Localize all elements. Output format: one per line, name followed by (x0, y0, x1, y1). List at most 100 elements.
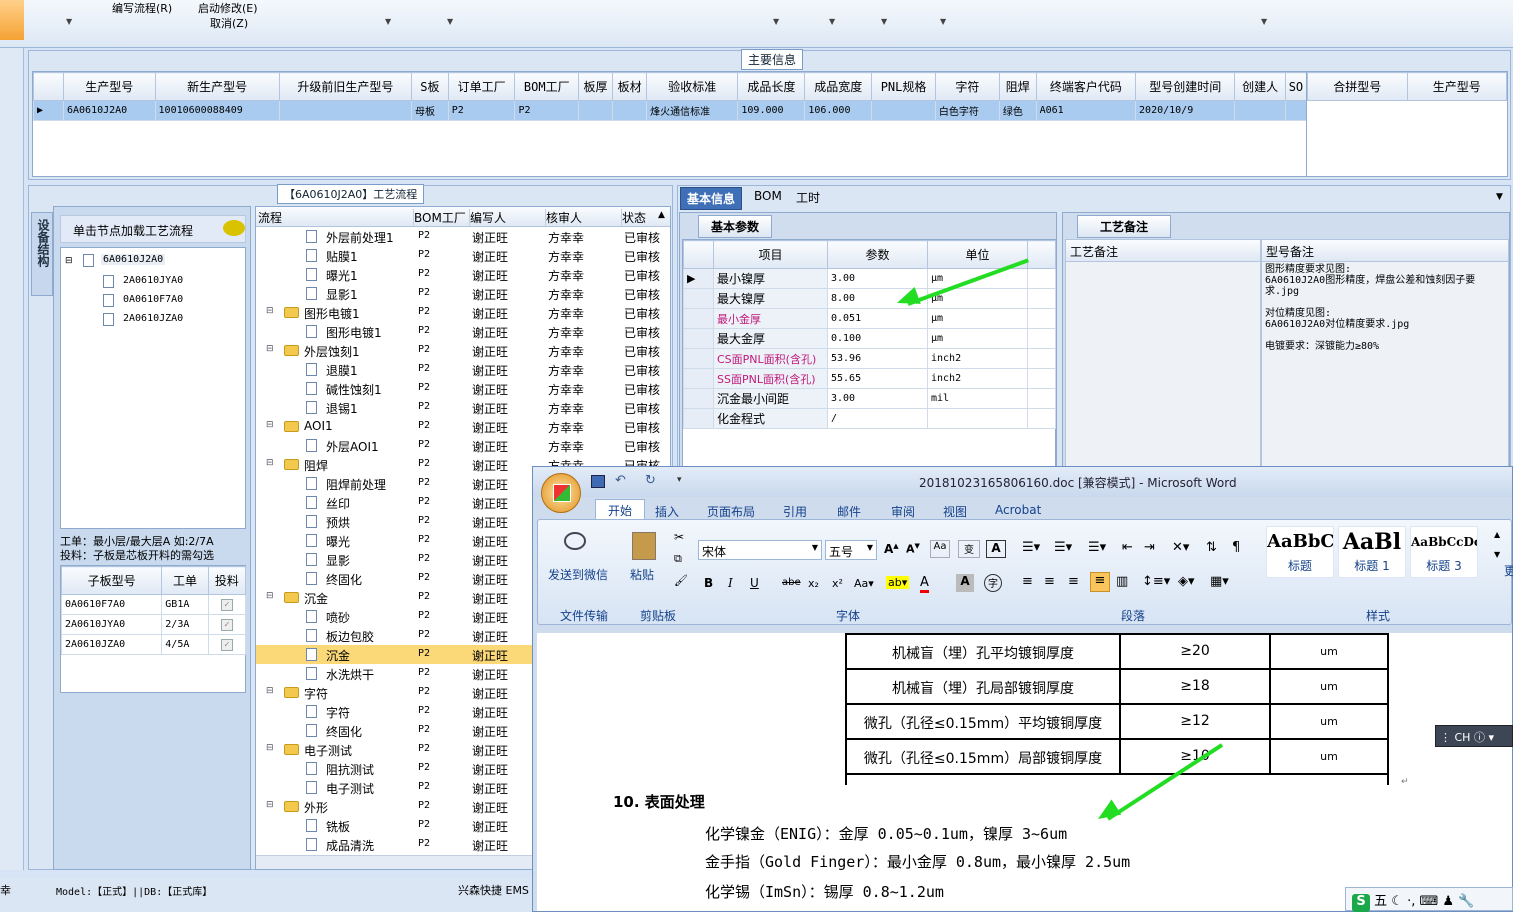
flow-row[interactable]: 退锡1 P2 谢正旺 方幸幸 已审核 (256, 398, 670, 417)
collapse-icon[interactable]: ⊟ (266, 344, 274, 354)
quick-access-dropdown-icon[interactable]: ▾ (677, 475, 682, 485)
tab-process-remark[interactable]: 工艺备注 (1077, 215, 1172, 238)
redo-icon[interactable]: ↻ (645, 473, 656, 488)
process-remark-box[interactable]: 工艺备注 (1065, 239, 1261, 469)
multilevel-list-icon[interactable]: ☰▾ (1088, 540, 1106, 555)
param-value[interactable]: 55.65 (827, 368, 928, 389)
collapse-icon[interactable]: ⊟ (266, 420, 274, 430)
row-indicator-icon[interactable] (683, 408, 714, 429)
more-button[interactable]: 更 (1504, 562, 1513, 579)
column-header[interactable]: 板厚 (578, 72, 614, 101)
cancel-menu[interactable]: 取消(Z) (210, 15, 248, 31)
row-indicator-icon[interactable] (683, 288, 714, 309)
distribute-icon[interactable]: ▥ (1116, 574, 1128, 589)
font-color-icon[interactable]: A (920, 575, 929, 593)
strikethrough-icon[interactable]: abe (782, 577, 801, 588)
flow-row[interactable]: 外层前处理1 P2 谢正旺 方幸幸 已审核 (256, 227, 670, 246)
highlight-icon[interactable]: ab▾ (886, 576, 910, 589)
start-modify-menu[interactable]: 启动修改(E) (198, 0, 258, 16)
column-header[interactable]: 板材 (612, 72, 648, 101)
checkbox[interactable]: ✓ (220, 638, 233, 651)
model-remark-box[interactable]: 型号备注 图形精度要求见图: 6A0610J2A0图形精度，焊盘公差和蚀刻因子要求… (1261, 239, 1509, 469)
dropdown-arrow-icon[interactable]: ▼ (829, 17, 835, 26)
feed-checkbox-cell[interactable]: ✓ (207, 614, 247, 635)
tree-root[interactable]: 6A0610J2A0 (101, 254, 166, 265)
param-value[interactable]: 0.051 (827, 308, 928, 329)
collapse-icon[interactable]: ⊟ (266, 458, 274, 468)
row-indicator-icon[interactable] (683, 388, 714, 409)
param-row[interactable]: 化金程式 / (683, 408, 1056, 429)
chevron-down-icon[interactable]: ▼ (1496, 192, 1503, 202)
table-cell[interactable]: 2020/10/9 (1135, 100, 1236, 121)
subscript-icon[interactable]: x₂ (808, 577, 819, 590)
dropdown-arrow-icon[interactable]: ▼ (447, 17, 453, 26)
row-indicator-icon[interactable] (683, 368, 714, 389)
table-cell[interactable]: 白色字符 (934, 100, 1000, 121)
grid-corner[interactable] (33, 72, 64, 101)
param-row[interactable]: SS面PNL面积(含孔) 55.65 inch2 (683, 368, 1056, 389)
column-header[interactable]: 终端客户代码 (1035, 72, 1137, 101)
grow-font-icon[interactable]: A▲ (884, 542, 899, 556)
column-header[interactable]: PNL规格 (871, 72, 936, 101)
phonetic-icon[interactable]: 变 (958, 540, 980, 558)
app-menu-button[interactable] (0, 0, 24, 40)
column-header[interactable]: 新生产型号 (154, 72, 280, 101)
row-indicator-icon[interactable] (683, 328, 714, 349)
enclose-char-icon[interactable]: 字 (984, 574, 1002, 592)
tree-node[interactable]: 2A0610JYA0 (123, 275, 183, 286)
param-row[interactable]: 最大金厚 0.100 μm (683, 328, 1056, 349)
column-header[interactable]: 成品长度 (737, 72, 806, 101)
param-unit[interactable] (927, 408, 1028, 429)
justify-icon[interactable]: ≡ (1090, 572, 1110, 592)
table-row[interactable]: 2A0610JZA0 4/5A ✓ (60, 634, 247, 655)
table-cell[interactable]: 6A0610J2A0 (63, 100, 156, 121)
send-wechat-button[interactable]: 发送到微信 (548, 566, 608, 583)
column-header[interactable]: 创建人 (1234, 72, 1286, 101)
numbering-icon[interactable]: ☰▾ (1054, 540, 1072, 555)
gallery-up-icon[interactable]: ▲ (1494, 530, 1500, 539)
flow-row[interactable]: 外层AOI1 P2 谢正旺 方幸幸 已审核 (256, 436, 670, 455)
bullets-icon[interactable]: ☰▾ (1022, 540, 1040, 555)
column-header[interactable]: 验收标准 (646, 72, 739, 101)
param-row[interactable]: 沉金最小间距 3.00 mil (683, 388, 1056, 409)
increase-indent-icon[interactable]: ⇥ (1144, 540, 1155, 555)
paste-button[interactable]: 粘贴 (630, 566, 654, 583)
collapse-icon[interactable]: ⊟ (266, 800, 274, 810)
column-header[interactable]: 投料 (207, 566, 247, 595)
grid-corner[interactable] (683, 240, 714, 269)
align-right-icon[interactable]: ≡ (1068, 574, 1079, 589)
table-cell[interactable] (1284, 100, 1308, 121)
flow-row[interactable]: 图形电镀1 P2 谢正旺 方幸幸 已审核 (256, 322, 670, 341)
row-indicator-icon[interactable]: ▶ (683, 268, 714, 289)
table-cell[interactable] (278, 100, 412, 121)
info-tab[interactable]: 基本信息 (680, 187, 743, 210)
param-unit[interactable]: μm (927, 308, 1028, 329)
column-header[interactable]: S板 (410, 72, 449, 101)
collapse-icon[interactable]: ⊟ (266, 743, 274, 753)
column-header[interactable]: 编写人 (470, 209, 546, 226)
tree-node[interactable]: 0A0610F7A0 (123, 294, 183, 305)
column-header[interactable]: 生产型号 (1406, 72, 1507, 101)
param-value[interactable]: / (827, 408, 928, 429)
row-indicator-icon[interactable] (683, 308, 714, 329)
table-cell[interactable] (1234, 100, 1286, 121)
column-header[interactable]: 字符 (934, 72, 1000, 101)
collapse-icon[interactable]: ⊟ (266, 591, 274, 601)
column-header[interactable]: BOM工厂 (514, 72, 580, 101)
gallery-down-icon[interactable]: ▼ (1494, 550, 1500, 559)
edit-flow-menu[interactable]: 编写流程(R) (112, 0, 172, 16)
office-button[interactable] (541, 473, 581, 513)
dropdown-arrow-icon[interactable]: ▼ (940, 17, 946, 26)
table-cell[interactable]: 绿色 (998, 100, 1037, 121)
param-unit[interactable]: mil (927, 388, 1028, 409)
font-size-select[interactable]: 五号 ▼ (825, 540, 877, 560)
table-row[interactable]: 2A0610JYA0 2/3A ✓ (60, 614, 247, 635)
change-case-icon[interactable]: Aa▾ (854, 577, 874, 590)
ime-toolbar[interactable]: S 五 ☾ ·, ⌨ ♟ 🔧 (1345, 887, 1513, 912)
feed-checkbox-cell[interactable]: ✓ (207, 594, 247, 615)
save-icon[interactable] (591, 475, 605, 488)
row-indicator-icon[interactable]: ▶ (33, 100, 64, 121)
column-header[interactable]: 流程 (258, 209, 414, 226)
checkbox[interactable]: ✓ (220, 598, 233, 611)
row-indicator-icon[interactable] (683, 348, 714, 369)
